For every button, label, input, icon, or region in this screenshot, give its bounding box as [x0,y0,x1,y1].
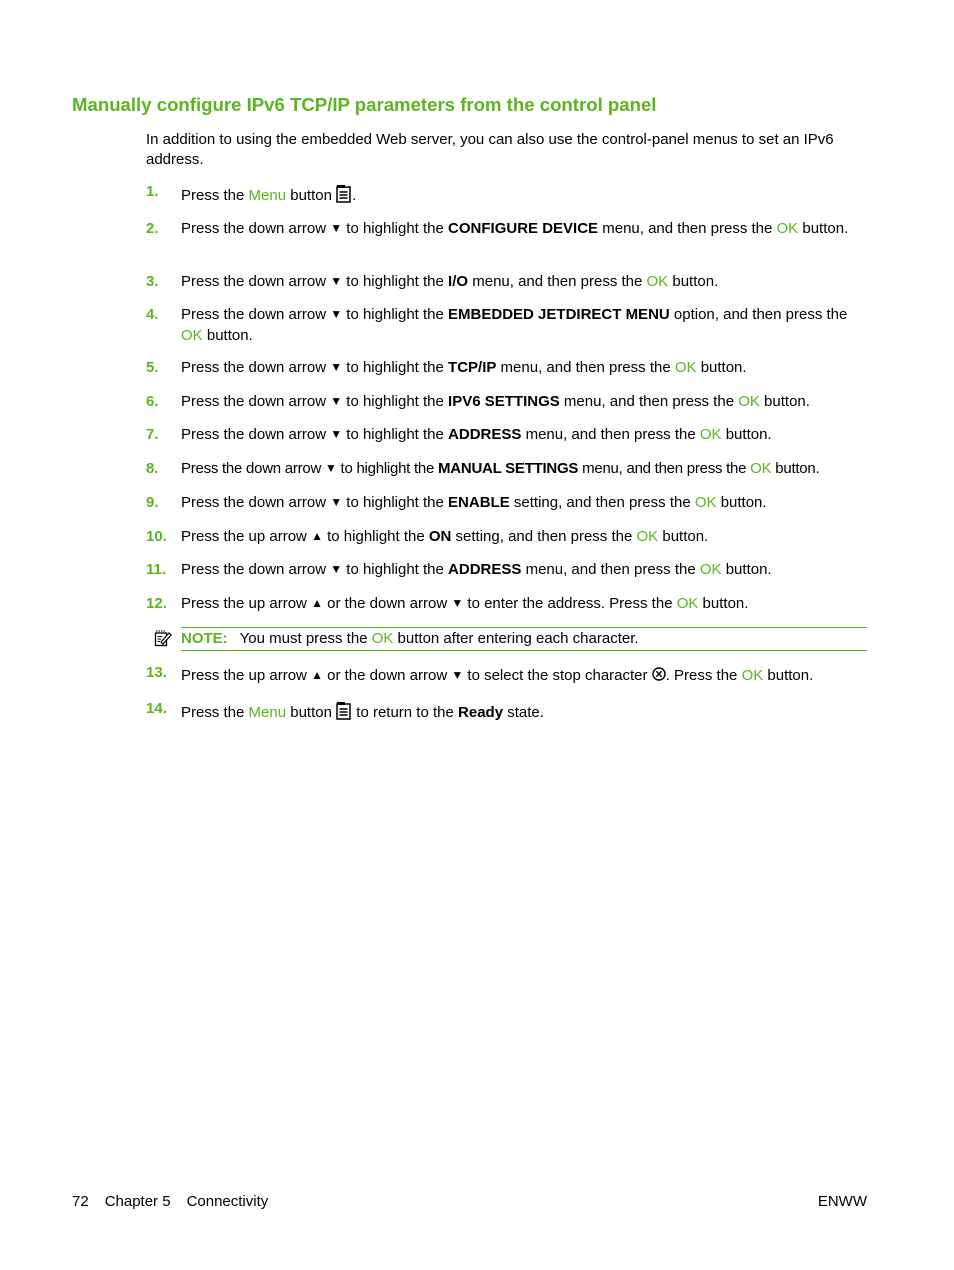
setting-name: ON [428,528,452,545]
ok-button-label: OK [741,667,764,684]
step-3: 3. Press the down arrow ▼ to highlight t… [146,273,719,290]
menu-button-label: Menu [248,704,287,721]
up-arrow-icon: ▲ [311,596,323,610]
step-6: 6. Press the down arrow ▼ to highlight t… [146,393,810,410]
stop-character-icon [651,667,666,681]
page-number: 72 [72,1193,89,1210]
ok-button-label: OK [694,494,717,511]
down-arrow-icon: ▼ [330,221,343,235]
down-arrow-icon: ▼ [330,307,343,321]
menu-name: TCP/IP [448,359,497,376]
step-1: 1. Press the Menu button . [146,183,357,204]
page-footer-left: 72 Chapter 5 Connectivity [72,1193,284,1210]
step-number: 3. [146,273,159,290]
ok-button-label: OK [699,426,722,443]
down-arrow-icon: ▼ [330,562,343,576]
ok-button-label: OK [636,528,659,545]
intro-paragraph: In addition to using the embedded Web se… [146,131,834,168]
down-arrow-icon: ▼ [330,427,343,441]
menu-button-label: Menu [248,187,287,204]
ok-button-label: OK [676,595,699,612]
ok-button-label: OK [738,393,760,410]
down-arrow-icon: ▼ [451,668,464,682]
up-arrow-icon: ▲ [311,529,323,543]
menu-name: ADDRESS [448,561,522,578]
ok-button-label: OK [776,220,799,237]
note-icon [154,630,172,647]
step-number: 2. [146,220,159,237]
ok-button-label: OK [699,561,722,578]
section-heading: Manually configure IPv6 TCP/IP parameter… [72,94,657,115]
menu-name: EMBEDDED JETDIRECT MENU [448,306,670,323]
up-arrow-icon: ▲ [311,668,323,682]
step-4: 4. Press the down arrow ▼ to highlight t… [146,306,848,344]
step-2: 2. Press the down arrow ▼ to highlight t… [146,220,849,237]
step-8: 8. Press the down arrow ▼ to highlight t… [146,460,820,477]
menu-name: I/O [448,273,469,290]
menu-name: IPV6 SETTINGS [448,393,560,410]
step-7: 7. Press the down arrow ▼ to highlight t… [146,426,772,443]
step-14: 14. Press the Menu button to return to t… [146,700,544,721]
step-5: 5. Press the down arrow ▼ to highlight t… [146,359,747,376]
step-number: 4. [146,306,159,323]
step-11: 11. Press the down arrow ▼ to highlight … [146,561,772,578]
down-arrow-icon: ▼ [330,274,343,288]
step-number: 12. [146,595,167,612]
chapter-title: Connectivity [186,1193,269,1210]
step-number: 5. [146,359,159,376]
note-box: NOTE: You must press the OK button after … [154,627,867,651]
step-number: 8. [146,460,159,477]
setting-name: ENABLE [448,494,510,511]
menu-name: CONFIGURE DEVICE [448,220,599,237]
down-arrow-icon: ▼ [330,394,343,408]
down-arrow-icon: ▼ [324,461,337,475]
note-label: NOTE: [181,630,228,647]
menu-icon [336,185,351,203]
step-number: 11. [146,561,167,578]
ok-button-label: OK [181,326,203,344]
step-number: 9. [146,494,159,511]
down-arrow-icon: ▼ [451,596,464,610]
menu-name: MANUAL SETTINGS [438,460,579,477]
state-name: Ready [458,704,504,721]
chapter-label: Chapter 5 [104,1193,171,1210]
step-number: 10. [146,528,167,545]
page-footer-right: ENWW [817,1193,867,1210]
step-number: 7. [146,426,159,443]
menu-name: ADDRESS [448,426,522,443]
step-9: 9. Press the down arrow ▼ to highlight t… [146,494,767,511]
step-number: 6. [146,393,159,410]
down-arrow-icon: ▼ [330,495,343,509]
step-number: 13. [146,664,167,681]
step-12: 12. Press the up arrow ▲ or the down arr… [146,595,749,612]
ok-button-label: OK [371,630,394,647]
ok-button-label: OK [646,273,669,290]
step-13: 13. Press the up arrow ▲ or the down arr… [146,664,814,684]
menu-icon [336,702,351,720]
step-10: 10. Press the up arrow ▲ to highlight th… [146,528,709,545]
ok-button-label: OK [750,460,772,477]
ok-button-label: OK [674,359,697,376]
step-number: 14. [146,700,167,717]
step-number: 1. [146,183,159,200]
down-arrow-icon: ▼ [330,360,343,374]
